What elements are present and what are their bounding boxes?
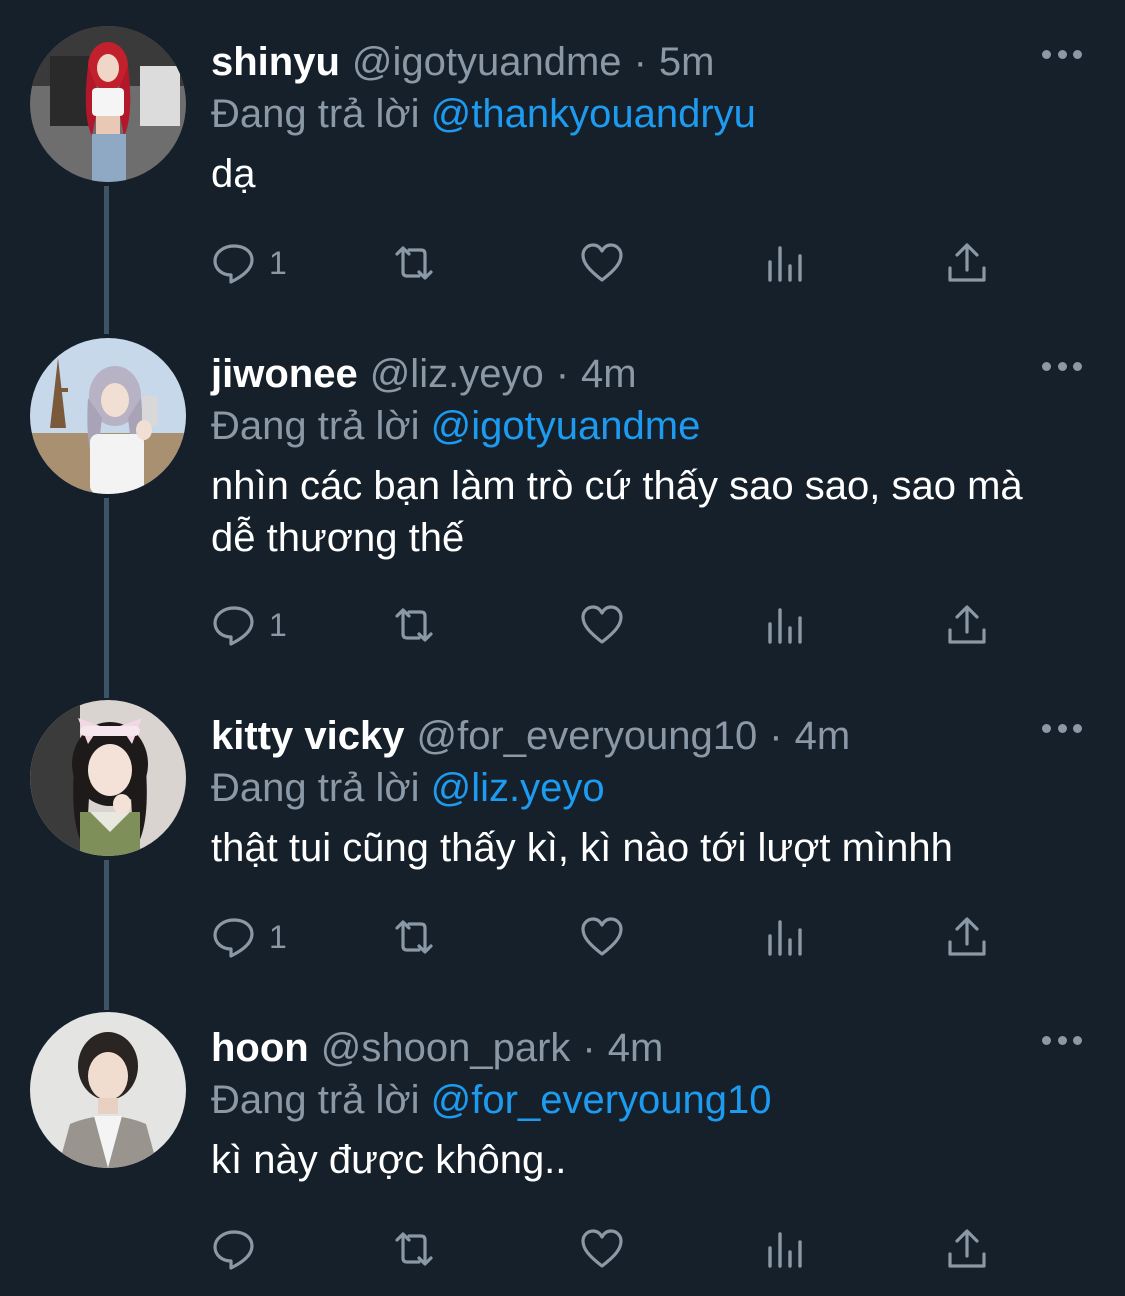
- avatar-photo: [30, 338, 186, 494]
- tweet-text: kì này được không..: [211, 1138, 567, 1182]
- avatar-photo: [30, 1012, 186, 1168]
- reply-count: 1: [269, 919, 287, 955]
- comment-bubble-icon: [213, 918, 254, 958]
- retweet-button[interactable]: [391, 238, 437, 288]
- retweet-icon: [395, 608, 433, 642]
- reply-count: 1: [269, 245, 287, 281]
- display-name[interactable]: hoon: [211, 1020, 309, 1076]
- user-handle[interactable]: @igotyuandme: [352, 34, 622, 90]
- user-handle[interactable]: @liz.yeyo: [370, 346, 544, 402]
- mention-link[interactable]: @liz.yeyo: [431, 766, 605, 810]
- replying-to: Đang trả lời @liz.yeyo: [211, 760, 605, 816]
- comment-bubble-icon: [213, 606, 254, 646]
- reply-button[interactable]: 1: [211, 912, 287, 962]
- action-bar: 1: [211, 912, 1011, 962]
- reply-button[interactable]: 1: [211, 238, 287, 288]
- tweet[interactable]: jiwonee @liz.yeyo · 4m Đang trả lời @igo…: [0, 338, 1125, 658]
- views-button[interactable]: [764, 600, 810, 650]
- timestamp[interactable]: 4m: [795, 708, 851, 764]
- like-button[interactable]: [579, 912, 625, 962]
- views-button[interactable]: [764, 912, 810, 962]
- retweet-button[interactable]: [391, 600, 437, 650]
- tweet-header: jiwonee @liz.yeyo · 4m: [211, 346, 637, 402]
- avatar[interactable]: [30, 700, 186, 856]
- heart-icon: [581, 917, 623, 956]
- retweet-icon: [395, 1232, 433, 1266]
- avatar-photo: [30, 700, 186, 856]
- user-handle[interactable]: @for_everyoung10: [416, 708, 757, 764]
- heart-icon: [581, 243, 623, 282]
- comment-bubble-icon: [213, 1230, 254, 1270]
- tweet-text: dạ: [211, 152, 256, 196]
- more-icon[interactable]: [1042, 1034, 1082, 1046]
- reply-count: 1: [269, 607, 287, 643]
- analytics-bars-icon: [768, 246, 802, 282]
- display-name[interactable]: shinyu: [211, 34, 340, 90]
- replying-to: Đang trả lời @thankyouandryu: [211, 86, 756, 142]
- display-name[interactable]: kitty vicky: [211, 708, 404, 764]
- more-icon[interactable]: [1042, 48, 1082, 60]
- avatar[interactable]: [30, 338, 186, 494]
- replying-to-label: Đang trả lời: [211, 92, 420, 136]
- replying-to-label: Đang trả lời: [211, 404, 420, 448]
- timestamp[interactable]: 5m: [659, 34, 715, 90]
- replying-to-label: Đang trả lời: [211, 1078, 420, 1122]
- like-button[interactable]: [579, 600, 625, 650]
- more-icon[interactable]: [1042, 722, 1082, 734]
- tweet[interactable]: kitty vicky @for_everyoung10 · 4m Đang t…: [0, 700, 1125, 990]
- mention-link[interactable]: @thankyouandryu: [431, 92, 756, 136]
- retweet-button[interactable]: [391, 912, 437, 962]
- comment-bubble-icon: [213, 244, 254, 284]
- mention-link[interactable]: @for_everyoung10: [431, 1078, 772, 1122]
- replying-to-label: Đang trả lời: [211, 766, 420, 810]
- share-upload-icon: [948, 1229, 986, 1268]
- mention-link[interactable]: @igotyuandme: [431, 404, 701, 448]
- avatar[interactable]: [30, 1012, 186, 1168]
- share-upload-icon: [948, 917, 986, 956]
- separator-dot: ·: [633, 40, 647, 84]
- separator-dot: ·: [582, 1026, 596, 1070]
- action-bar: 1: [211, 600, 1011, 650]
- retweet-button[interactable]: [391, 1224, 437, 1274]
- analytics-bars-icon: [768, 1232, 802, 1268]
- share-button[interactable]: [944, 1224, 990, 1274]
- user-handle[interactable]: @shoon_park: [321, 1020, 571, 1076]
- replying-to: Đang trả lời @igotyuandme: [211, 398, 700, 454]
- like-button[interactable]: [579, 238, 625, 288]
- timestamp[interactable]: 4m: [608, 1020, 664, 1076]
- share-upload-icon: [948, 605, 986, 644]
- separator-dot: ·: [555, 352, 570, 396]
- avatar[interactable]: [30, 26, 186, 182]
- reply-button[interactable]: 1: [211, 600, 287, 650]
- like-button[interactable]: [579, 1224, 625, 1274]
- views-button[interactable]: [764, 238, 810, 288]
- share-button[interactable]: [944, 600, 990, 650]
- analytics-bars-icon: [768, 608, 802, 644]
- more-icon[interactable]: [1042, 360, 1082, 372]
- share-upload-icon: [948, 243, 986, 282]
- tweet-header: shinyu @igotyuandme · 5m: [211, 34, 714, 90]
- retweet-icon: [395, 246, 433, 280]
- share-button[interactable]: [944, 238, 990, 288]
- separator-dot: ·: [769, 714, 783, 758]
- avatar-photo: [30, 26, 186, 182]
- replying-to: Đang trả lời @for_everyoung10: [211, 1072, 772, 1128]
- views-button[interactable]: [764, 1224, 810, 1274]
- reply-button[interactable]: [211, 1224, 269, 1274]
- analytics-bars-icon: [768, 920, 802, 956]
- heart-icon: [581, 1229, 623, 1268]
- tweet[interactable]: hoon @shoon_park · 4m Đang trả lời @for_…: [0, 1012, 1125, 1296]
- timestamp[interactable]: 4m: [581, 346, 637, 402]
- tweet-text: nhìn các bạn làm trò cứ thấy sao sao, sa…: [211, 464, 1023, 560]
- display-name[interactable]: jiwonee: [211, 346, 358, 402]
- tweet-header: kitty vicky @for_everyoung10 · 4m: [211, 708, 850, 764]
- tweet[interactable]: shinyu @igotyuandme · 5m Đang trả lời @t…: [0, 26, 1125, 316]
- heart-icon: [581, 605, 623, 644]
- tweet-header: hoon @shoon_park · 4m: [211, 1020, 663, 1076]
- action-bar: [211, 1224, 1011, 1274]
- action-bar: 1: [211, 238, 1011, 288]
- share-button[interactable]: [944, 912, 990, 962]
- retweet-icon: [395, 920, 433, 954]
- tweet-text: thật tui cũng thấy kì, kì nào tới lượt m…: [211, 826, 953, 870]
